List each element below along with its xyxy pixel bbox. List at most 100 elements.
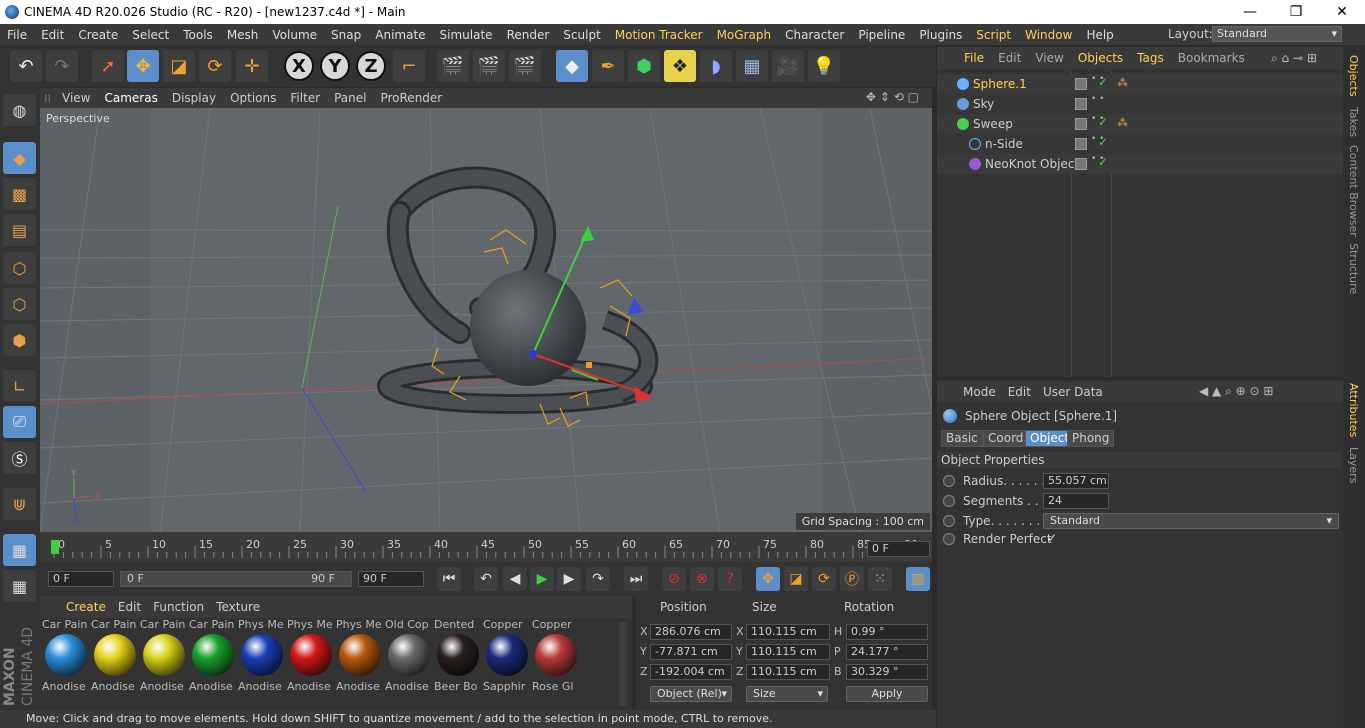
redo-button[interactable]: ↷ xyxy=(46,50,78,82)
edit-render-settings-button[interactable]: 🎬 xyxy=(509,50,541,82)
minimize-button[interactable]: — xyxy=(1227,0,1273,24)
frame-range-slider[interactable]: 0 F 90 F xyxy=(120,571,352,587)
magnet-button[interactable]: ⋓ xyxy=(3,488,36,520)
floor-button[interactable]: ▦ xyxy=(736,50,768,82)
viewport-menu-cameras[interactable]: Cameras xyxy=(97,91,164,105)
object-name[interactable]: Sweep xyxy=(973,117,1013,131)
model-mode-button[interactable]: ◆ xyxy=(3,142,36,174)
scale-tool-button[interactable]: ◪ xyxy=(163,50,195,82)
tweak-mode-button[interactable]: ⎚ xyxy=(3,406,36,438)
record-keys-button[interactable]: ⊘ xyxy=(662,567,686,591)
side-tab-takes[interactable]: Takes xyxy=(1347,107,1360,137)
menu-render[interactable]: Render xyxy=(500,28,557,42)
object-row[interactable]: Sky • • xyxy=(937,94,1343,114)
key-scale-button[interactable]: ◪ xyxy=(784,567,808,591)
animate-radio-icon[interactable] xyxy=(943,475,955,487)
layer-icon[interactable] xyxy=(1075,98,1087,110)
object-name[interactable]: Sphere.1 xyxy=(973,77,1027,91)
subdivision-button[interactable]: ⬢ xyxy=(628,50,660,82)
material-item[interactable]: Old Cop Anodise xyxy=(385,618,433,696)
texture-mode-button[interactable]: ▩ xyxy=(3,178,36,210)
menu-motion-tracker[interactable]: Motion Tracker xyxy=(608,28,710,42)
material-item[interactable]: Car Pain Anodise xyxy=(189,618,237,696)
enabled-check-icon[interactable]: ✓ xyxy=(1098,155,1108,169)
menu-simulate[interactable]: Simulate xyxy=(433,28,500,42)
tab-basic[interactable]: Basic xyxy=(941,430,983,447)
next-frame-button[interactable]: ▶ xyxy=(557,567,581,591)
previous-frame-button[interactable]: ◀ xyxy=(503,567,527,591)
go-to-end-button[interactable]: ⏭ xyxy=(624,567,648,591)
key-position-button[interactable]: ✥ xyxy=(756,567,780,591)
tag-icon[interactable]: ⁂ xyxy=(1117,76,1128,89)
type-dropdown[interactable]: Standard ▾ xyxy=(1043,513,1339,529)
material-item[interactable]: Car Pain Anodise xyxy=(91,618,139,696)
object-menu-objects[interactable]: Objects xyxy=(1071,51,1130,65)
menu-mograph[interactable]: MoGraph xyxy=(710,28,779,42)
object-menu-file[interactable]: File xyxy=(957,51,991,65)
viewport-nav-icons[interactable]: ✥ ⇕ ⟲ ▢ xyxy=(866,90,919,104)
x-axis-button[interactable]: X xyxy=(284,51,314,81)
attribute-menu-user-data[interactable]: User Data xyxy=(1037,385,1109,399)
apply-button[interactable]: Apply xyxy=(846,686,928,702)
animate-radio-icon[interactable] xyxy=(943,495,955,507)
side-tab-objects[interactable]: Objects xyxy=(1347,55,1360,97)
object-row[interactable]: Sphere.1 • • ✓ ⁂ xyxy=(937,74,1343,94)
menu-select[interactable]: Select xyxy=(125,28,176,42)
maximize-button[interactable]: ❐ xyxy=(1273,0,1319,24)
layer-icon[interactable] xyxy=(1075,158,1087,170)
menu-tools[interactable]: Tools xyxy=(176,28,220,42)
playhead[interactable] xyxy=(51,540,59,554)
pen-spline-button[interactable]: ✒ xyxy=(592,50,624,82)
snap-button[interactable]: Ⓢ xyxy=(3,442,36,474)
material-item[interactable]: Phys Me Anodise xyxy=(238,618,286,696)
viewport-perspective[interactable]: Y X Z Perspective Grid Spacing : 100 cm xyxy=(40,108,932,532)
menu-help[interactable]: Help xyxy=(1079,28,1120,42)
viewport-menu-prorender[interactable]: ProRender xyxy=(373,91,449,105)
side-tab-layers[interactable]: Layers xyxy=(1347,447,1360,483)
coordinate-system-button[interactable]: ⌐ xyxy=(393,50,425,82)
menu-character[interactable]: Character xyxy=(778,28,851,42)
make-editable-button[interactable]: ◍ xyxy=(3,94,36,126)
key-rotation-button[interactable]: ⟳ xyxy=(812,567,836,591)
object-toolbar-icons[interactable]: ⌕ ⌂ ⊸ ⊞ xyxy=(1271,51,1317,66)
array-button[interactable]: ❖ xyxy=(664,50,696,82)
material-item[interactable]: Car Pain Anodise xyxy=(42,618,90,696)
menu-volume[interactable]: Volume xyxy=(265,28,324,42)
edges-mode-button[interactable]: ⬡ xyxy=(3,288,36,320)
object-menu-bookmarks[interactable]: Bookmarks xyxy=(1171,51,1252,65)
size-field[interactable]: 110.115 cm xyxy=(746,664,830,680)
workplane-mode-button[interactable]: ▤ xyxy=(3,214,36,246)
animate-radio-icon[interactable] xyxy=(943,515,955,527)
viewport-menu-panel[interactable]: Panel xyxy=(327,91,373,105)
key-pla-button[interactable]: ⁙ xyxy=(868,567,892,591)
z-axis-button[interactable]: Z xyxy=(356,51,386,81)
position-field[interactable]: -77.871 cm xyxy=(650,644,732,660)
enabled-check-icon[interactable]: ✓ xyxy=(1098,75,1108,89)
center-handle[interactable] xyxy=(586,362,592,368)
object-row[interactable]: Sweep • • ✓ ⁂ xyxy=(937,114,1343,134)
menu-plugins[interactable]: Plugins xyxy=(912,28,969,42)
light-button[interactable]: 💡 xyxy=(808,50,840,82)
start-frame-field[interactable]: 0 F xyxy=(48,571,114,587)
menu-script[interactable]: Script xyxy=(969,28,1018,42)
material-item[interactable]: Dented Beer Bo xyxy=(434,618,482,696)
rotation-field[interactable]: 24.177 ° xyxy=(846,644,928,660)
tag-icon[interactable]: ⁂ xyxy=(1117,116,1128,129)
object-name[interactable]: Sky xyxy=(973,97,994,111)
object-menu-view[interactable]: View xyxy=(1028,51,1070,65)
side-tab-attributes[interactable]: Attributes xyxy=(1347,383,1360,437)
menu-edit[interactable]: Edit xyxy=(34,28,71,42)
y-axis-button[interactable]: Y xyxy=(320,51,350,81)
layer-icon[interactable] xyxy=(1075,138,1087,150)
polygons-mode-button[interactable]: ⬢ xyxy=(3,324,36,356)
object-name[interactable]: n-Side xyxy=(985,137,1023,151)
viewport-menu-view[interactable]: View xyxy=(55,91,97,105)
size-field[interactable]: 110.115 cm xyxy=(746,624,830,640)
material-item[interactable]: Copper Rose Gl xyxy=(532,618,580,696)
play-button[interactable]: ▶ xyxy=(530,567,554,591)
timeline-window-button[interactable]: ▥ xyxy=(906,567,930,591)
menu-file[interactable]: File xyxy=(0,28,34,42)
previous-key-button[interactable]: ↶ xyxy=(474,567,498,591)
live-selection-button[interactable]: ➚ xyxy=(92,50,124,82)
keyframe-selection-button[interactable]: ? xyxy=(718,567,742,591)
